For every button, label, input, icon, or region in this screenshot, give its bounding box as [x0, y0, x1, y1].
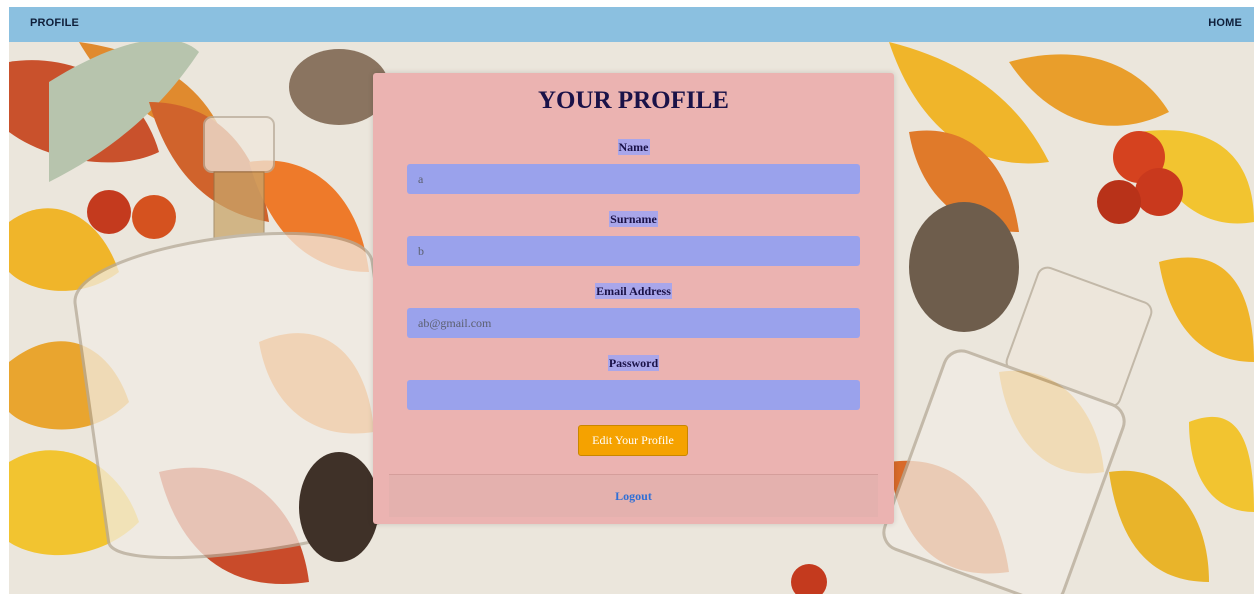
name-label-text: Name [617, 139, 650, 155]
profile-page: PROFILE HOME YOUR PROFILE Name a Surname… [9, 7, 1254, 594]
logout-link[interactable]: Logout [389, 489, 878, 504]
email-label: Email Address [373, 283, 894, 299]
name-label: Name [373, 139, 894, 155]
email-field[interactable] [407, 308, 860, 338]
password-field[interactable] [407, 380, 860, 410]
card-footer: Logout [389, 474, 878, 517]
email-label-text: Email Address [595, 283, 672, 299]
page-title: YOUR PROFILE [538, 87, 729, 114]
password-label-text: Password [607, 355, 660, 371]
surname-field[interactable] [407, 236, 860, 266]
navbar: PROFILE HOME [9, 7, 1254, 42]
edit-profile-button[interactable]: Edit Your Profile [578, 425, 688, 456]
home-link[interactable]: HOME [1208, 17, 1242, 29]
password-label: Password [373, 355, 894, 371]
surname-label-text: Surname [609, 211, 658, 227]
surname-label: Surname [373, 211, 894, 227]
profile-card: YOUR PROFILE Name Surname Email Address … [373, 73, 894, 524]
navbar-brand[interactable]: PROFILE [30, 17, 79, 29]
name-field[interactable] [407, 164, 860, 194]
